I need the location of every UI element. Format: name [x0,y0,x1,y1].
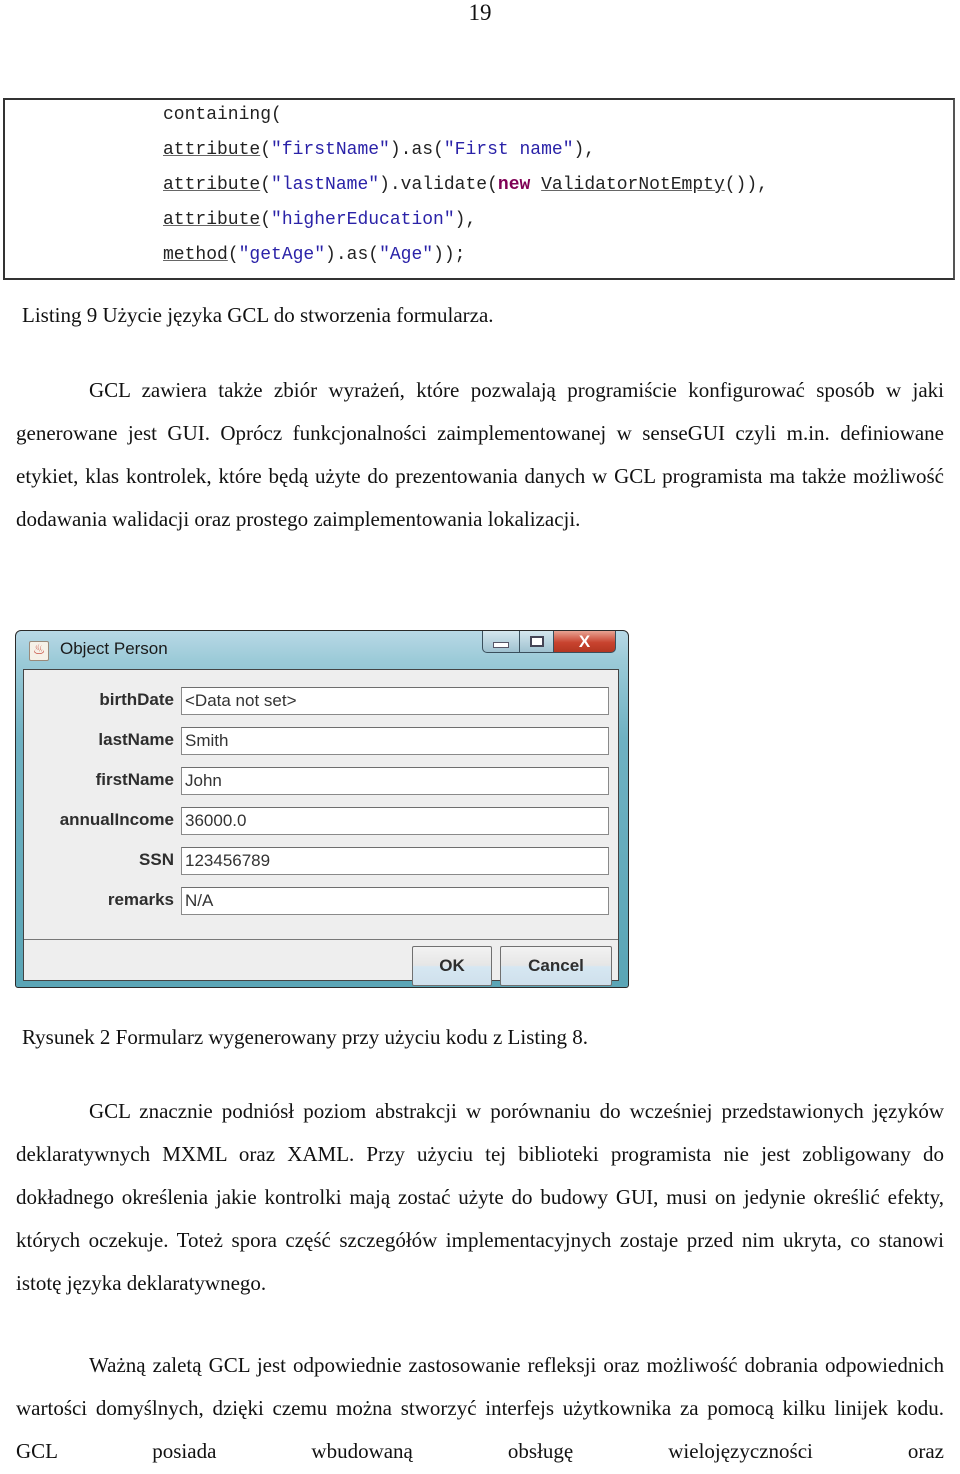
maximize-icon [529,636,544,647]
form-row-remarks: remarks [24,887,618,917]
button-bar-divider [24,939,618,940]
code-token: attribute [163,175,261,195]
code-token: ValidatorNotEmpty [541,175,725,195]
remarks-field[interactable] [181,887,609,915]
code-line: attribute("higherEducation"), [163,209,476,231]
field-label: SSN [139,850,174,869]
code-token: method [163,245,228,265]
page-number: 19 [468,0,492,25]
code-token: attribute [163,210,261,230]
code-token: ).validate( [379,175,498,195]
code-token: containing( [163,105,282,125]
form-row-lastname: lastName [24,727,618,757]
firstname-field[interactable] [181,767,609,795]
ssn-field[interactable] [181,847,609,875]
field-label: remarks [107,890,174,909]
object-person-window: ♨ Object Person X birthDate lastName fir… [15,630,629,988]
form-row-ssn: SSN [24,847,618,877]
code-string: "getAge" [238,245,326,265]
code-line: attribute("lastName").validate(new Valid… [163,174,768,196]
title-bar[interactable]: ♨ Object Person X [16,631,628,669]
java-cup-icon: ♨ [29,641,49,661]
paragraph: GCL znacznie podniósł poziom abstrakcji … [16,1090,944,1348]
lastname-field[interactable] [181,727,609,755]
field-label: lastName [98,730,174,749]
paragraph: Ważną zaletą GCL jest odpowiednie zastos… [16,1344,944,1474]
field-label: annualIncome [59,810,174,829]
code-string: "higherEducation" [271,210,455,230]
caption-buttons: X [482,631,616,653]
form-row-firstname: firstName [24,767,618,797]
form-panel: birthDate lastName firstName annualIncom… [23,669,619,986]
field-label: firstName [95,770,174,789]
code-keyword: new [497,175,531,195]
close-button[interactable]: X [554,631,616,653]
code-token: ).as( [389,140,444,160]
code-token: ()), [724,175,768,195]
code-token: ( [260,175,272,195]
ok-button[interactable]: OK [412,946,492,986]
code-token: ( [260,210,272,230]
code-token: attribute [163,140,261,160]
cancel-button[interactable]: Cancel [500,946,612,986]
window-title: Object Person [60,639,168,658]
form-row-annualincome: annualIncome [24,807,618,837]
code-token: ), [573,140,596,160]
annualincome-field[interactable] [181,807,609,835]
listing-caption: Listing 9 Użycie języka GCL do stworzeni… [22,303,494,327]
code-line: containing( [163,104,282,126]
code-token: ( [260,140,272,160]
code-token: ), [454,210,477,230]
paragraph: GCL zawiera także zbiór wyrażeń, które p… [16,369,944,584]
close-icon: X [578,631,591,651]
minimize-button[interactable] [482,631,520,653]
code-string: "lastName" [271,175,380,195]
paragraph-text: GCL zawiera także zbiór wyrażeń, które p… [16,378,944,531]
code-listing: containing( attribute("firstName").as("F… [3,98,955,280]
code-token: ).as( [325,245,380,265]
code-string: "First name" [443,140,574,160]
code-string: "firstName" [271,140,390,160]
figure-caption: Rysunek 2 Formularz wygenerowany przy uż… [22,1025,589,1049]
birthdate-field[interactable] [181,687,609,715]
code-token: ( [227,245,239,265]
minimize-icon [493,641,509,648]
code-line: method("getAge").as("Age")); [163,244,465,266]
code-line: attribute("firstName").as("First name"), [163,139,595,161]
paragraph-text: Ważną zaletą GCL jest odpowiednie zastos… [16,1353,944,1463]
form-row-birthdate: birthDate [24,687,618,717]
field-label: birthDate [99,690,174,709]
code-string: "Age" [379,245,434,265]
maximize-button[interactable] [520,631,554,653]
code-token: )); [433,245,466,265]
paragraph-text: GCL znacznie podniósł poziom abstrakcji … [16,1099,944,1295]
